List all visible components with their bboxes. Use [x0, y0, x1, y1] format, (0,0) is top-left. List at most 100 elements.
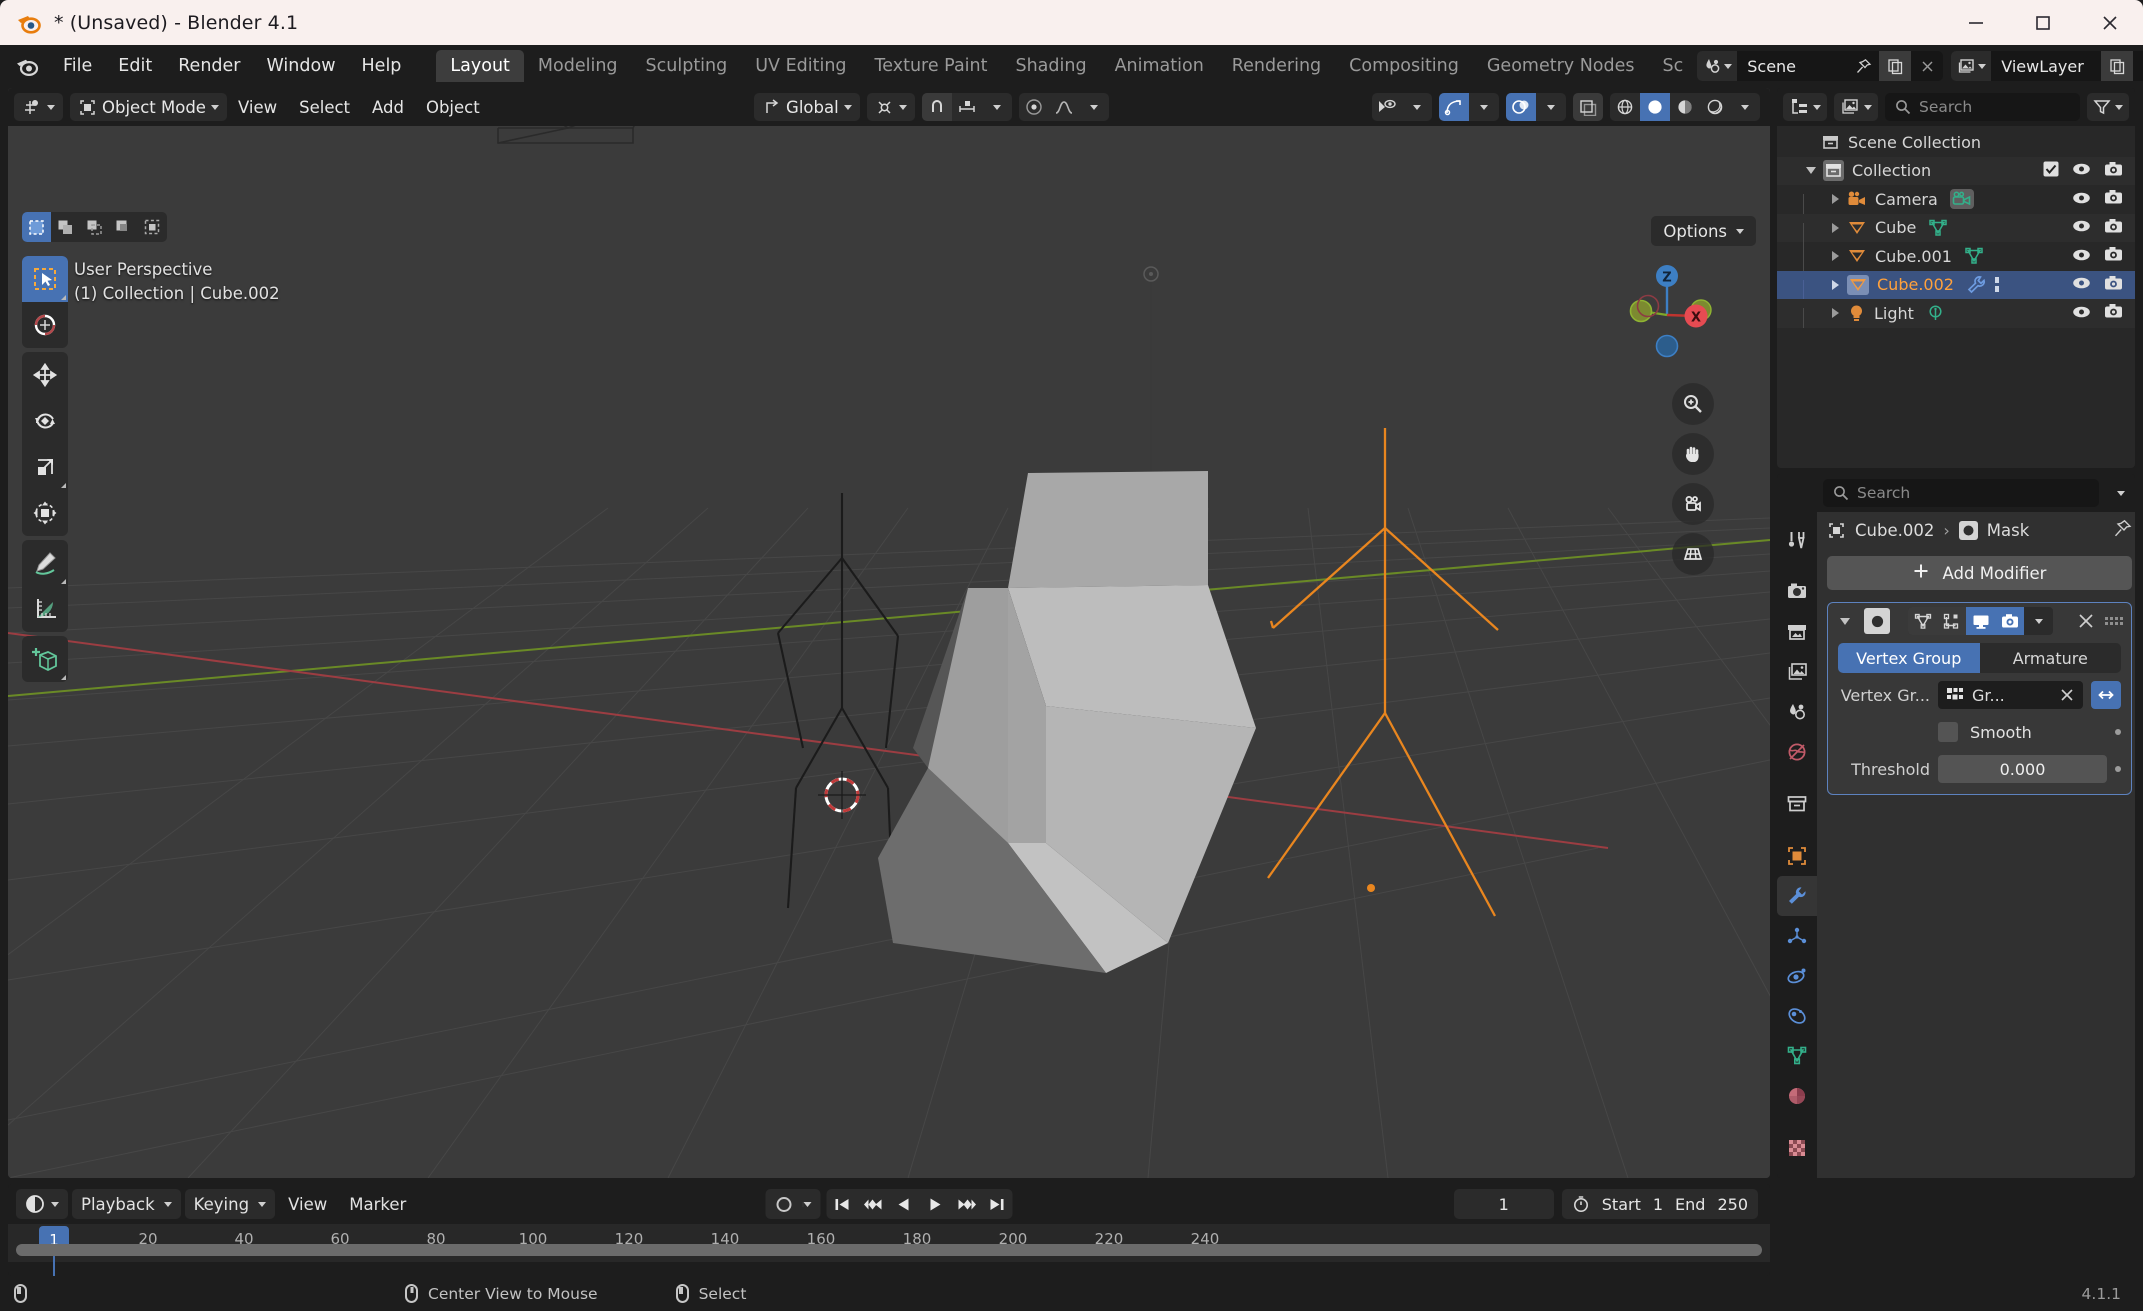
- scene-selector[interactable]: Scene: [1697, 51, 1944, 81]
- tweak-select-icon[interactable]: [22, 212, 51, 242]
- select-box-alt-icon[interactable]: [138, 212, 167, 242]
- outliner-row-light[interactable]: Light: [1777, 299, 2135, 329]
- tool-tab[interactable]: [1777, 520, 1817, 560]
- delete-viewlayer-button[interactable]: [2133, 51, 2143, 81]
- clear-vertex-group-button[interactable]: [2059, 687, 2075, 703]
- snap-settings-icon[interactable]: [952, 93, 982, 121]
- expander-right-icon[interactable]: [1823, 251, 1847, 262]
- cursor-tool[interactable]: [22, 302, 68, 348]
- constraints-tab[interactable]: [1777, 996, 1817, 1036]
- eye-icon[interactable]: [2072, 304, 2091, 323]
- pin-scene-icon[interactable]: [1847, 51, 1879, 81]
- expander-down-icon[interactable]: [1799, 167, 1823, 175]
- outliner-row-cube-001[interactable]: Cube.001: [1777, 242, 2135, 284]
- visibility-dropdown-chevron[interactable]: [1402, 93, 1432, 121]
- measure-tool[interactable]: [22, 586, 68, 632]
- maximize-button[interactable]: [2009, 0, 2076, 45]
- breadcrumb-object-label[interactable]: Cube.002: [1855, 521, 1934, 540]
- show-overlays-icon[interactable]: [1505, 93, 1536, 121]
- outliner-row-scene-collection[interactable]: Scene Collection: [1777, 128, 2135, 157]
- properties-options-chevron[interactable]: [2106, 479, 2135, 507]
- frame-range-group[interactable]: Start 1 End 250: [1561, 1189, 1758, 1219]
- object-tab[interactable]: [1777, 836, 1817, 876]
- new-viewlayer-button[interactable]: [2101, 51, 2134, 81]
- proportional-edit-icon[interactable]: [1019, 93, 1049, 121]
- add-cube-tool[interactable]: [22, 636, 68, 682]
- rotate-tool[interactable]: [22, 398, 68, 444]
- falloff-dropdown-chevron[interactable]: [1079, 93, 1109, 121]
- particles-tab[interactable]: [1777, 916, 1817, 956]
- cage-icon[interactable]: [1937, 607, 1966, 635]
- material-preview-shading-icon[interactable]: [1670, 93, 1700, 121]
- modifier-icon[interactable]: [1966, 275, 2000, 294]
- move-tool[interactable]: [22, 352, 68, 398]
- timeline-horizontal-scrollbar[interactable]: [16, 1244, 1762, 1256]
- play-reverse-button[interactable]: [889, 1189, 920, 1219]
- delete-modifier-button[interactable]: [2077, 612, 2095, 630]
- workspace-tab-layout[interactable]: Layout: [436, 50, 524, 82]
- eye-icon[interactable]: [2072, 161, 2091, 180]
- workspace-tab-uv-editing[interactable]: UV Editing: [741, 50, 860, 82]
- new-scene-button[interactable]: [1879, 51, 1912, 81]
- use-preview-range-icon[interactable]: [1572, 1195, 1590, 1213]
- camera-icon[interactable]: [2104, 246, 2123, 266]
- collection-tab[interactable]: [1777, 784, 1817, 824]
- transform-orientation-selector[interactable]: Global: [754, 93, 860, 121]
- outliner-row-camera[interactable]: Camera: [1777, 185, 2135, 225]
- gizmo-dropdown-chevron[interactable]: [1469, 93, 1499, 121]
- mode-selector[interactable]: Object Mode: [70, 93, 227, 121]
- pivot-point-selector[interactable]: [866, 93, 915, 121]
- solid-shading-icon[interactable]: [1639, 93, 1670, 121]
- timeline-playback-menu[interactable]: Playback: [72, 1189, 181, 1219]
- viewport-menu-select[interactable]: Select: [288, 94, 361, 121]
- drag-handle-icon[interactable]: [2105, 617, 2123, 625]
- circle-select-icon[interactable]: [80, 212, 109, 242]
- render-icon[interactable]: [1995, 607, 2024, 635]
- outliner-row-collection[interactable]: Collection: [1777, 156, 2135, 185]
- eye-icon[interactable]: [2072, 218, 2091, 237]
- box-select-icon[interactable]: [51, 212, 80, 242]
- jump-to-start-button[interactable]: [827, 1189, 858, 1219]
- data-tab[interactable]: [1777, 1036, 1817, 1076]
- workspace-tab-shading[interactable]: Shading: [1001, 50, 1100, 82]
- camera-data-icon[interactable]: [1949, 189, 1974, 210]
- object-visibility-icon[interactable]: [1372, 93, 1402, 121]
- properties-search-input[interactable]: Search: [1823, 479, 2099, 507]
- edit-mode-icon[interactable]: [1908, 607, 1937, 635]
- scene-tab[interactable]: [1777, 692, 1817, 732]
- menu-render[interactable]: Render: [165, 51, 253, 81]
- expander-right-icon[interactable]: [1823, 194, 1847, 205]
- mask-mode-armature[interactable]: Armature: [1980, 643, 2122, 673]
- timeline-ruler[interactable]: 1 20 40 60 80 100 120 140 160 180 200 22…: [8, 1224, 1770, 1276]
- blender-menu-icon[interactable]: [14, 53, 40, 79]
- expander-right-icon[interactable]: [1823, 308, 1847, 319]
- end-frame-value[interactable]: 250: [1717, 1195, 1748, 1214]
- eye-icon[interactable]: [2072, 190, 2091, 209]
- snap-magnet-icon[interactable]: [921, 93, 952, 121]
- animate-property-threshold-icon[interactable]: [2115, 766, 2121, 772]
- camera-view-icon[interactable]: [1672, 483, 1714, 525]
- workspace-tab-scripting[interactable]: Sc: [1649, 50, 1698, 82]
- viewport-menu-object[interactable]: Object: [415, 94, 491, 121]
- menu-file[interactable]: File: [50, 51, 105, 81]
- start-frame-value[interactable]: 1: [1653, 1195, 1663, 1214]
- lasso-select-icon[interactable]: [109, 212, 138, 242]
- add-modifier-button[interactable]: Add Modifier: [1827, 556, 2132, 590]
- outliner-search-input[interactable]: Search: [1885, 93, 2080, 121]
- timeline-marker-menu[interactable]: Marker: [340, 1191, 415, 1218]
- mesh-data-icon[interactable]: [1964, 247, 1984, 265]
- falloff-curve-icon[interactable]: [1049, 93, 1079, 121]
- rendered-shading-icon[interactable]: [1700, 93, 1730, 121]
- toggle-xray-icon[interactable]: [1572, 93, 1603, 121]
- output-tab[interactable]: [1777, 612, 1817, 652]
- render-tab[interactable]: [1777, 572, 1817, 612]
- camera-icon[interactable]: [2104, 161, 2123, 181]
- current-frame-input[interactable]: 1: [1453, 1189, 1554, 1219]
- select-box-tool[interactable]: [22, 256, 68, 302]
- breadcrumb-modifier-label[interactable]: Mask: [1987, 521, 2030, 540]
- menu-help[interactable]: Help: [349, 51, 415, 81]
- viewport-menu-view[interactable]: View: [227, 94, 288, 121]
- outliner-row-cube[interactable]: Cube: [1777, 213, 2135, 255]
- outliner-display-mode-button[interactable]: [1834, 93, 1878, 121]
- scale-tool[interactable]: [22, 444, 68, 490]
